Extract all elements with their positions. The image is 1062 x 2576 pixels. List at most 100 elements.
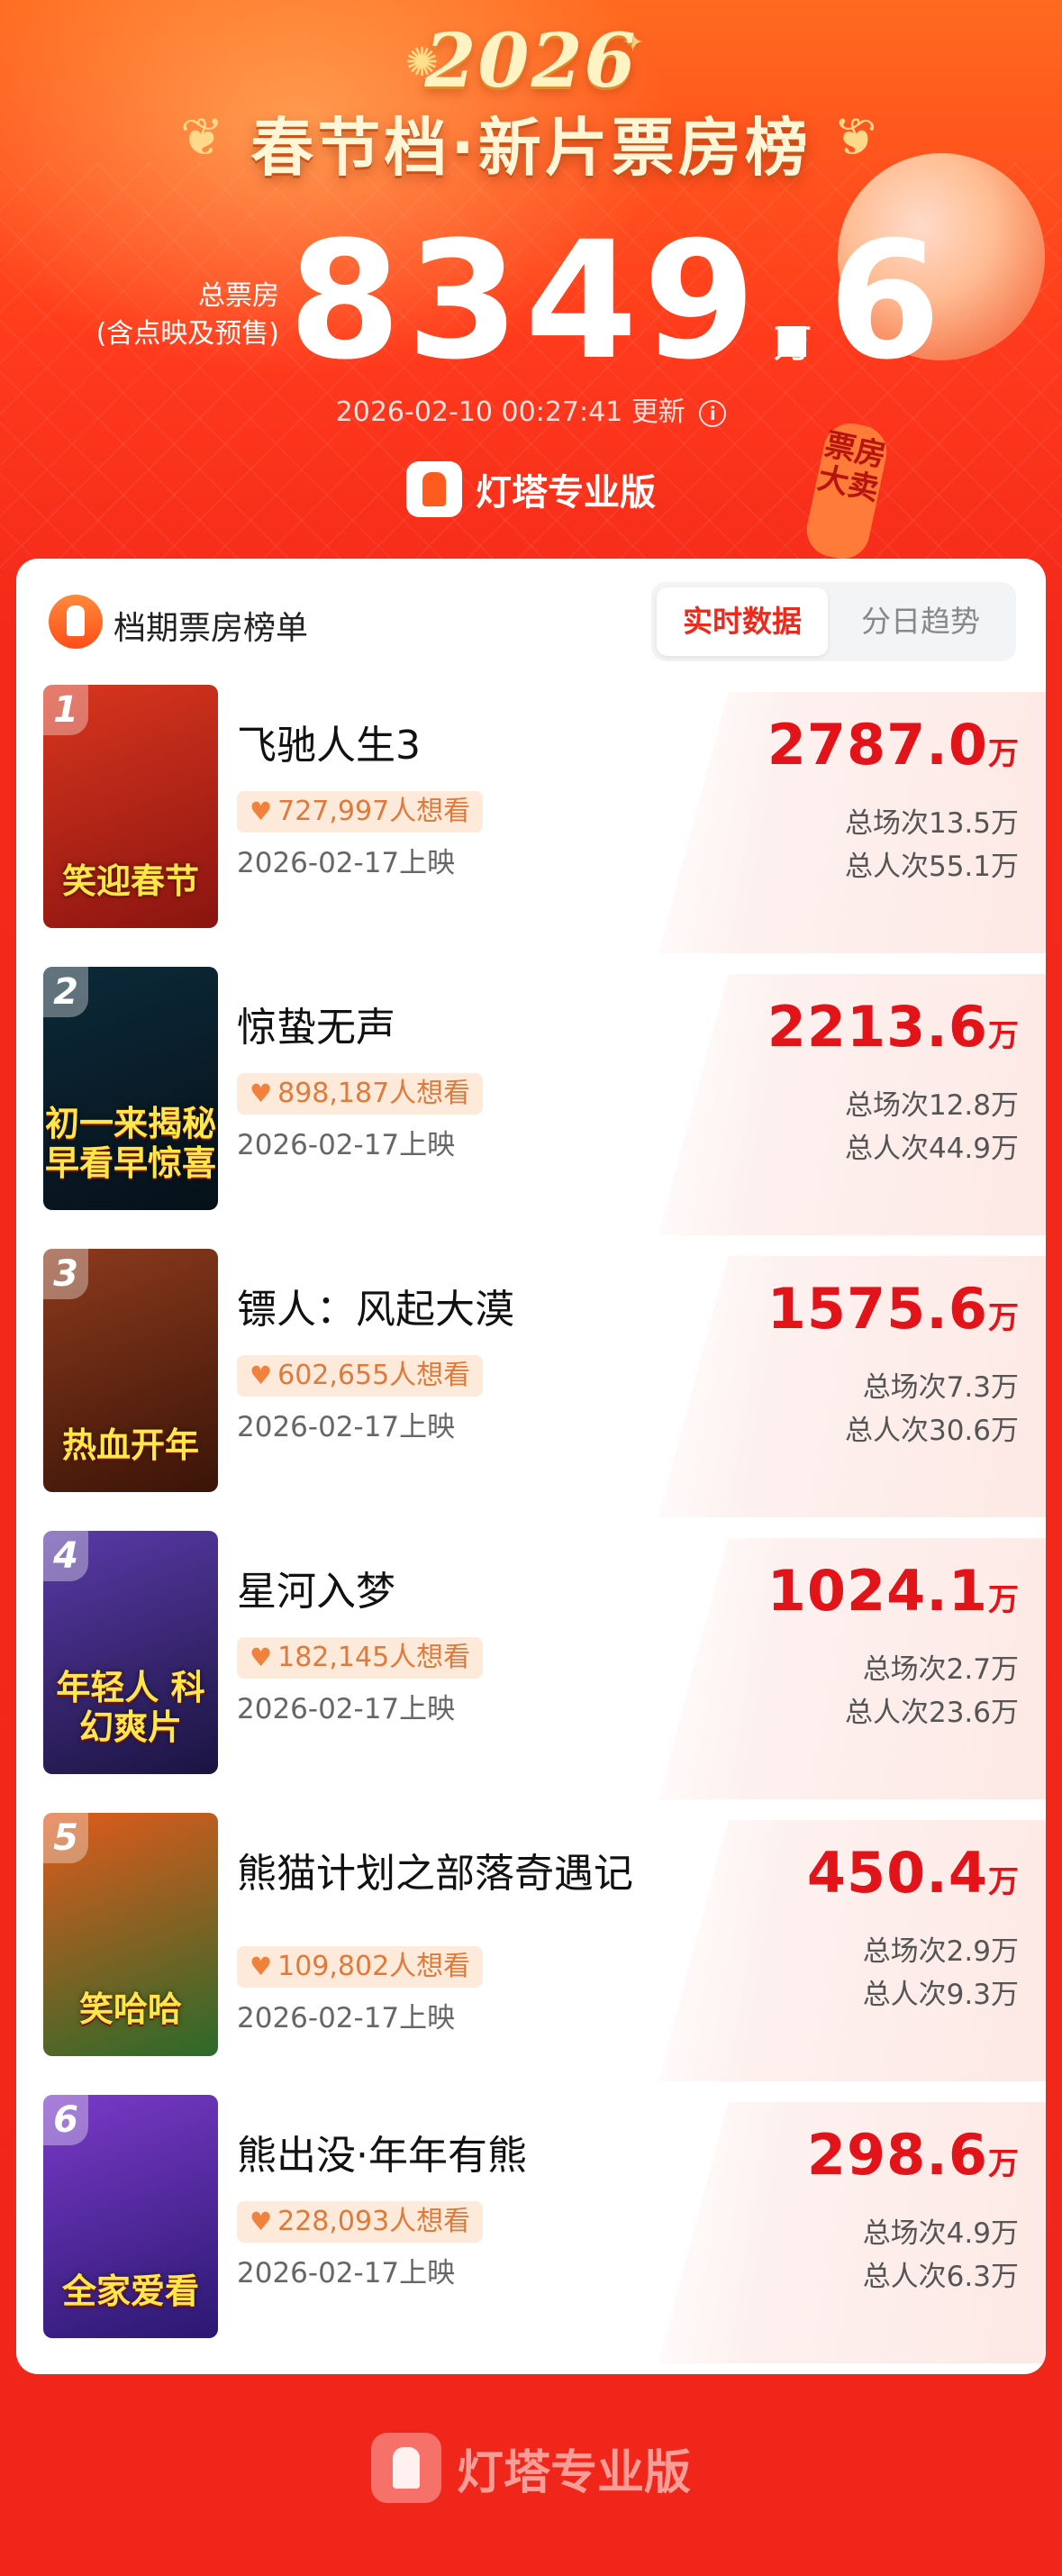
want-count: 727,997人想看 [277, 796, 471, 827]
updated-time: 2026-02-10 00:27:41 更新 i [0, 389, 1062, 429]
movie-poster[interactable]: 初一来揭秘 早看早惊喜 2 [43, 967, 218, 1210]
movie-title[interactable]: 飞驰人生3 [237, 721, 660, 771]
box-office: 2213.6万 [767, 994, 1019, 1060]
card-header: 档期票房榜单 实时数据 分日趋势 [16, 559, 1046, 685]
movie-poster[interactable]: 笑哈哈 5 [43, 1813, 218, 2056]
box-office-value: 450.4 [806, 1840, 988, 1906]
want-count: 109,802人想看 [277, 1951, 471, 1982]
box-office-value: 298.6 [806, 2122, 988, 2188]
release-date: 2026-02-17上映 [237, 2002, 456, 2034]
box-office: 450.4万 [807, 1840, 1019, 1906]
total-viewers: 总人次6.3万 [862, 2261, 1019, 2293]
total-shows: 总场次12.8万 [844, 1089, 1019, 1122]
movie-title[interactable]: 熊出没·年年有熊 [237, 2131, 660, 2181]
release-date: 2026-02-17上映 [237, 1411, 456, 1443]
movie-title[interactable]: 熊猫计划之部落奇遇记 [237, 1849, 660, 1899]
box-office-unit: 万 [988, 2146, 1019, 2182]
total-shows: 总场次2.7万 [862, 1653, 1019, 1686]
hero-banner: 票房大卖 ✺ ✦ 2026 ❦ 春节档·新片票房榜 ❦ 总票房 (含点映及预售)… [0, 0, 1062, 577]
box-office-unit: 万 [988, 1864, 1019, 1900]
rank-badge: 6 [43, 2095, 88, 2145]
ranking-card: 档期票房榜单 实时数据 分日趋势 笑迎春节 1 飞驰人生3 ♥ 727,997人想看 20… [16, 559, 1046, 2374]
total-viewers: 总人次30.6万 [844, 1415, 1019, 1447]
lighthouse-logo-icon [370, 2433, 441, 2503]
lighthouse-icon [49, 595, 103, 649]
poster-text: 热血开年 [61, 1425, 199, 1465]
rank-badge: 5 [43, 1813, 88, 1863]
movie-poster[interactable]: 笑迎春节 1 [43, 685, 218, 928]
heart-icon: ♥ [250, 1361, 273, 1390]
total-viewers: 总人次9.3万 [862, 1979, 1019, 2011]
movie-row[interactable]: 年轻人 科幻爽片 4 星河入梦 ♥ 182,145人想看 2026-02-17上映 1024… [16, 1531, 1046, 1813]
box-office: 298.6万 [807, 2122, 1019, 2188]
total-viewers: 总人次23.6万 [844, 1697, 1019, 1729]
movie-poster[interactable]: 年轻人 科幻爽片 4 [43, 1531, 218, 1774]
page-title: 春节档·新片票房榜 [250, 111, 812, 185]
view-toggle: 实时数据 分日趋势 [651, 582, 1016, 661]
want-to-see-badge: ♥ 602,655人想看 [237, 1355, 484, 1397]
heart-icon: ♥ [250, 1643, 273, 1672]
laurel-right-icon: ❦ [833, 106, 877, 168]
brand-name: 灯塔专业版 [476, 472, 657, 514]
brand-header: 灯塔专业版 [0, 461, 1062, 517]
heart-icon: ♥ [250, 796, 273, 826]
lighthouse-logo-icon [405, 461, 462, 517]
box-office-unit: 万 [988, 1300, 1019, 1336]
want-count: 228,093人想看 [277, 2206, 471, 2237]
movie-title[interactable]: 镖人：风起大漠 [237, 1285, 660, 1335]
heart-icon: ♥ [250, 1079, 273, 1108]
box-office-unit: 万 [988, 1582, 1019, 1618]
release-date: 2026-02-17上映 [237, 847, 456, 879]
want-to-see-badge: ♥ 182,145人想看 [237, 1637, 484, 1679]
movie-poster[interactable]: 热血开年 3 [43, 1249, 218, 1492]
movie-title[interactable]: 星河入梦 [237, 1567, 660, 1617]
total-viewers: 总人次44.9万 [844, 1133, 1019, 1165]
movie-list: 笑迎春节 1 飞驰人生3 ♥ 727,997人想看 2026-02-17上映 2787.0万… [16, 685, 1046, 2374]
want-count: 182,145人想看 [277, 1642, 471, 1673]
movie-row[interactable]: 笑迎春节 1 飞驰人生3 ♥ 727,997人想看 2026-02-17上映 2787.0万… [16, 685, 1046, 967]
poster-text: 年轻人 科幻爽片 [56, 1668, 205, 1747]
total-box-office: 8349.6 [288, 207, 947, 396]
box-office-value: 1575.6 [767, 1276, 988, 1342]
want-to-see-badge: ♥ 727,997人想看 [237, 791, 484, 833]
box-office-value: 2213.6 [767, 994, 988, 1060]
want-count: 602,655人想看 [277, 1360, 471, 1391]
tab-realtime[interactable]: 实时数据 [657, 587, 828, 656]
poster-text: 初一来揭秘 早看早惊喜 [44, 1104, 216, 1183]
rank-badge: 3 [43, 1249, 88, 1299]
rank-badge: 2 [43, 967, 88, 1017]
release-date: 2026-02-17上映 [237, 1129, 456, 1161]
box-office-unit: 万 [988, 1018, 1019, 1054]
footer-brand: 灯塔专业版 [0, 2433, 1062, 2503]
box-office: 2787.0万 [767, 712, 1019, 778]
movie-row[interactable]: 初一来揭秘 早看早惊喜 2 惊蛰无声 ♥ 898,187人想看 2026-02-17上映 2… [16, 967, 1046, 1249]
movie-title[interactable]: 惊蛰无声 [237, 1003, 660, 1053]
footer-brand-name: 灯塔专业版 [457, 2445, 692, 2500]
rank-badge: 4 [43, 1531, 88, 1581]
info-icon[interactable]: i [699, 399, 727, 427]
box-office-value: 2787.0 [767, 712, 988, 778]
box-office-value: 1024.1 [767, 1558, 988, 1624]
total-shows: 总场次7.3万 [862, 1371, 1019, 1404]
movie-row[interactable]: 全家爱看 6 熊出没·年年有熊 ♥ 228,093人想看 2026-02-17上映 298.… [16, 2095, 1046, 2374]
release-date: 2026-02-17上映 [237, 2257, 456, 2289]
movie-row[interactable]: 笑哈哈 5 熊猫计划之部落奇遇记 ♥ 109,802人想看 2026-02-17上映 450… [16, 1813, 1046, 2095]
year-title: 2026 [424, 18, 638, 105]
movie-poster[interactable]: 全家爱看 6 [43, 2095, 218, 2338]
total-label: 总票房 (含点映及预售) [90, 278, 279, 353]
box-office: 1024.1万 [767, 1558, 1019, 1624]
want-to-see-badge: ♥ 109,802人想看 [237, 1946, 484, 1988]
tab-daily-trend[interactable]: 分日趋势 [835, 587, 1006, 656]
card-title: 档期票房榜单 [113, 610, 309, 647]
total-shows: 总场次2.9万 [862, 1935, 1019, 1968]
want-to-see-badge: ♥ 898,187人想看 [237, 1073, 484, 1115]
updated-label: 更新 [631, 396, 685, 428]
updated-timestamp: 2026-02-10 00:27:41 [335, 396, 623, 428]
total-shows: 总场次13.5万 [844, 807, 1019, 840]
rank-badge: 1 [43, 685, 88, 735]
total-unit: 万 [773, 321, 812, 367]
total-label-line2: (含点映及预售) [95, 318, 279, 350]
box-office: 1575.6万 [767, 1276, 1019, 1342]
movie-row[interactable]: 热血开年 3 镖人：风起大漠 ♥ 602,655人想看 2026-02-17上映 1575.… [16, 1249, 1046, 1531]
heart-icon: ♥ [250, 2207, 273, 2236]
